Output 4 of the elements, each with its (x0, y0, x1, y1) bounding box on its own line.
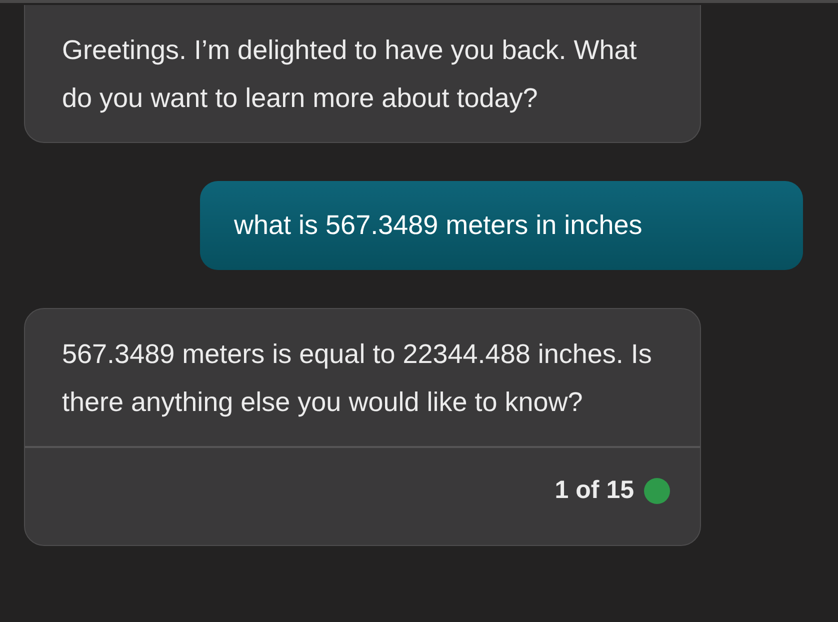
message-text: Greetings. I’m delighted to have you back. What do you want to learn more about today? (61, 34, 638, 115)
message-text: 567.3489 meters is equal to 22344.488 inches. Is there anything else you would like to know? (61, 338, 653, 419)
response-counter: 1 of 15 (554, 476, 634, 505)
message-text: what is 567.3489 meters in inches (234, 210, 642, 241)
